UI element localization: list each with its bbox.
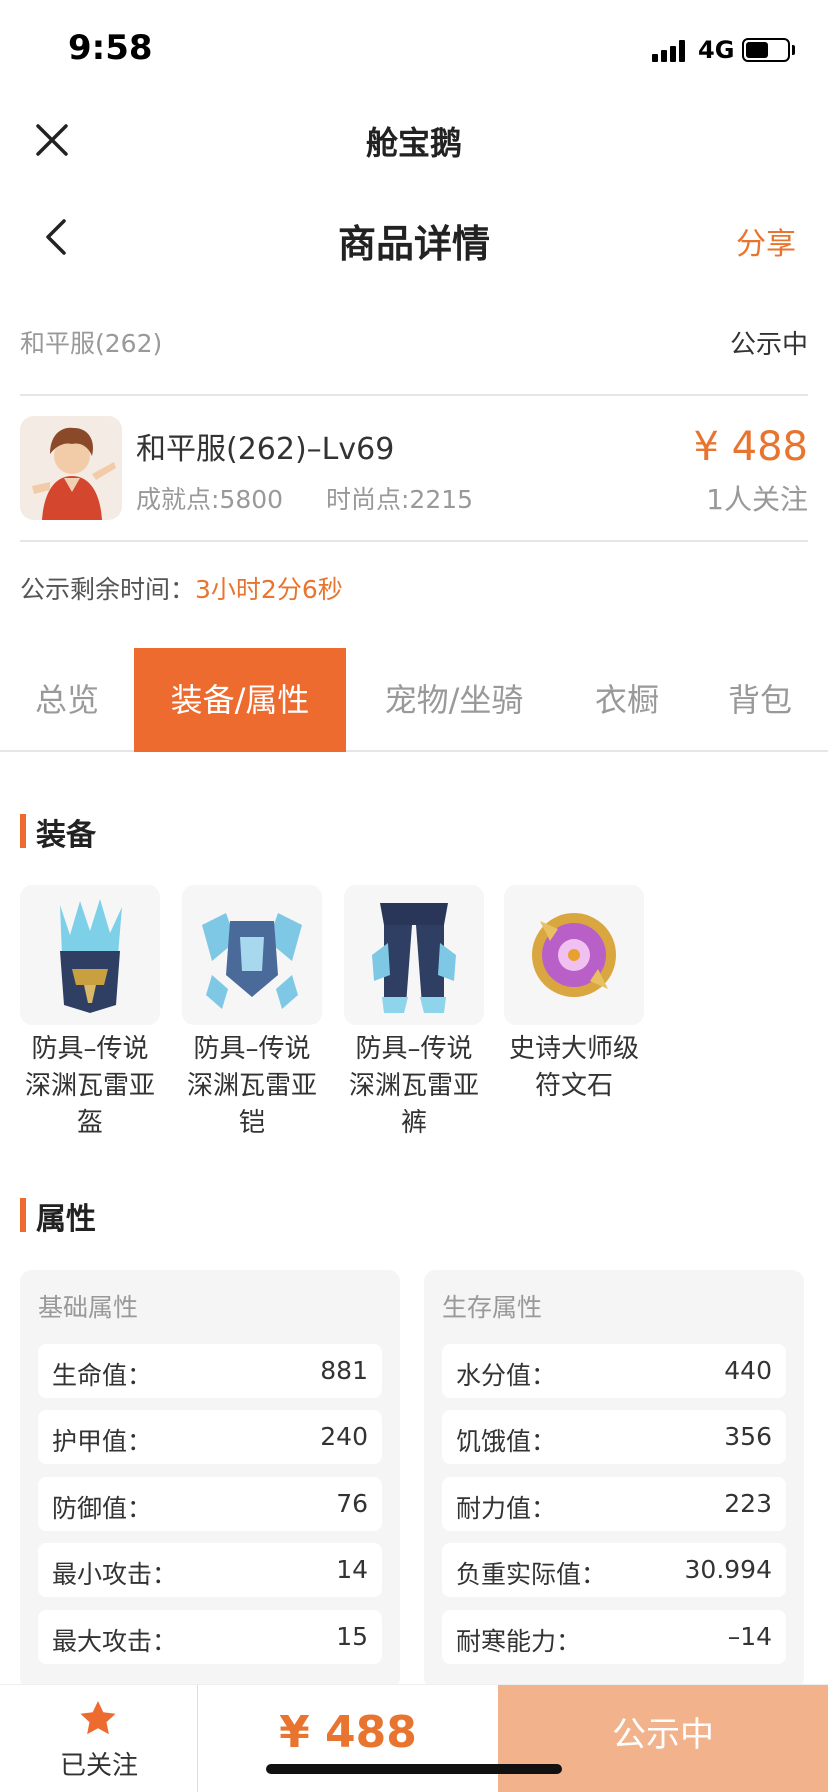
attr-row: 饥饿值： 356 [442,1410,786,1464]
armor-icon [182,885,322,1025]
battery-level [746,42,768,58]
battery-icon [742,38,790,62]
listing-status: 公示中 [729,330,808,360]
attr-value: 14 [336,1555,368,1584]
attr-row: 护甲值： 240 [38,1410,382,1464]
section-accent-bar [20,1198,26,1232]
character-avatar [20,416,122,520]
attr-row: 耐寒能力： –14 [442,1610,786,1664]
attr-key: 护甲值： [52,1427,153,1456]
section-accent-bar [20,814,26,848]
attr-key: 防御值： [52,1494,153,1523]
equipment-label: 防具–传说 深渊瓦雷亚 铠 [186,1034,317,1138]
server-row: 和平服(262) 公示中 [20,320,808,364]
follower-count: 1人关注 [706,483,808,516]
equipment-item-pants[interactable]: 防具–传说 深渊瓦雷亚 裤 [344,885,484,1142]
attr-value: 30.994 [684,1555,772,1584]
tab-wardrobe[interactable]: 衣橱 [562,648,692,752]
achievement-points: 成就点:5800 [136,485,284,514]
equipment-item-rune[interactable]: 史诗大师级 符文石 [504,885,644,1105]
pants-icon [344,885,484,1025]
attr-value: 223 [724,1489,772,1518]
attr-value: 76 [336,1489,368,1518]
star-icon [80,1701,116,1735]
fashion-points: 时尚点:2215 [326,485,474,514]
tab-bar: 总览 装备/属性 宠物/坐骑 衣橱 背包 [0,648,828,752]
panel-title: 基础属性 [38,1293,139,1322]
attr-value: 440 [724,1356,772,1385]
attr-row: 耐力值： 223 [442,1477,786,1531]
attr-row: 防御值： 76 [38,1477,382,1531]
section-title: 装备 [36,818,96,853]
section-title: 属性 [36,1202,96,1237]
tab-pets-mounts[interactable]: 宠物/坐骑 [346,648,562,752]
countdown-value: 3小时2分6秒 [195,575,343,604]
attr-row: 最小攻击： 14 [38,1543,382,1597]
follow-label: 已关注 [59,1751,138,1781]
status-time: 9:58 [68,28,153,68]
tab-backpack[interactable]: 背包 [692,648,828,752]
share-button[interactable]: 分享 [736,219,796,263]
product-summary[interactable]: 和平服(262)–Lv69 成就点:5800 时尚点:2215 ¥ 488 1人… [20,414,808,524]
product-name: 和平服(262)–Lv69 [136,432,395,467]
network-type: 4G [698,36,735,64]
product-price: ¥ 488 [693,424,808,470]
status-bar: 9:58 4G [0,0,828,100]
battery-tip [792,45,795,55]
attr-key: 水分值： [456,1361,557,1390]
tab-equipment-attributes[interactable]: 装备/属性 [134,648,346,752]
attr-row: 负重实际值： 30.994 [442,1543,786,1597]
rune-stone-icon [504,885,644,1025]
attr-value: 356 [724,1422,772,1451]
tab-overview[interactable]: 总览 [0,648,134,752]
attr-value: 881 [320,1356,368,1385]
attr-key: 饥饿值： [456,1427,557,1456]
app-title-bar: 舱宝鹅 [0,100,828,180]
equipment-item-armor[interactable]: 防具–传说 深渊瓦雷亚 铠 [182,885,322,1142]
helmet-icon [20,885,160,1025]
countdown-label: 公示剩余时间： [20,575,196,604]
page-title: 商品详情 [337,222,490,266]
attr-key: 耐力值： [456,1494,557,1523]
listing-status-button[interactable]: 公示中 [498,1685,828,1792]
bottom-price: ¥ 488 [279,1707,417,1758]
app-title: 舱宝鹅 [365,124,462,162]
follow-button[interactable]: 已关注 [0,1685,198,1792]
equipment-item-helmet[interactable]: 防具–传说 深渊瓦雷亚 盔 [20,885,160,1142]
attr-row: 水分值： 440 [442,1344,786,1398]
survival-attributes-panel: 生存属性 水分值： 440 饥饿值： 356 耐力值： 223 负重实际值： 3… [424,1270,804,1690]
attr-row: 最大攻击： 15 [38,1610,382,1664]
attr-value: –14 [727,1622,772,1651]
attr-value: 15 [336,1622,368,1651]
signal-icon [652,40,688,62]
server-name: 和平服(262) [20,329,163,358]
attr-value: 240 [320,1422,368,1451]
home-indicator [266,1764,562,1774]
panel-title: 生存属性 [442,1293,543,1322]
countdown: 公示剩余时间：3小时2分6秒 [20,570,343,606]
nav-bar: 商品详情 分享 [0,195,828,279]
divider [20,540,808,542]
divider [20,394,808,396]
basic-attributes-panel: 基础属性 生命值： 881 护甲值： 240 防御值： 76 最小攻击： 14 … [20,1270,400,1690]
equipment-label: 史诗大师级 符文石 [508,1034,639,1101]
attr-row: 生命值： 881 [38,1344,382,1398]
equipment-label: 防具–传说 深渊瓦雷亚 裤 [348,1034,479,1138]
attr-key: 耐寒能力： [456,1627,582,1656]
attr-key: 生命值： [52,1361,153,1390]
attr-key: 最大攻击： [52,1627,178,1656]
equipment-label: 防具–传说 深渊瓦雷亚 盔 [24,1034,155,1138]
bottom-action-bar: 已关注 ¥ 488 公示中 [0,1684,828,1792]
attr-key: 最小攻击： [52,1560,178,1589]
attr-key: 负重实际值： [456,1560,607,1589]
